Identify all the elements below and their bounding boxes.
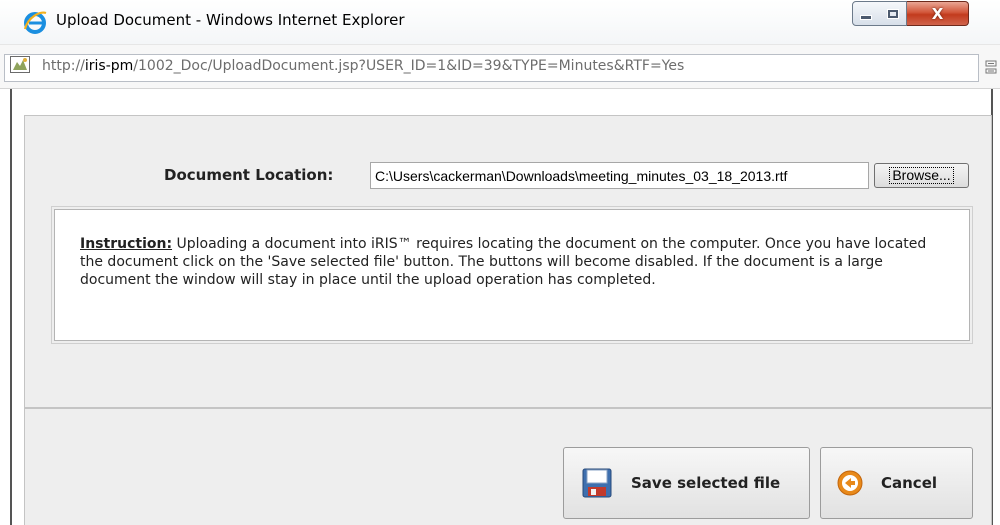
- document-location-input[interactable]: C:\Users\cackerman\Downloads\meeting_min…: [370, 162, 869, 189]
- url-text: http://iris-pm/1002_Doc/UploadDocument.j…: [42, 58, 684, 74]
- page-icon: [10, 56, 30, 73]
- cancel-button[interactable]: Cancel: [820, 447, 973, 519]
- save-button-label: Save selected file: [631, 474, 781, 492]
- compatibility-view-icon[interactable]: [985, 60, 998, 75]
- close-icon: X: [931, 4, 944, 23]
- minimize-button[interactable]: [852, 1, 880, 26]
- close-button[interactable]: X: [907, 1, 969, 26]
- minimize-icon: [860, 15, 872, 20]
- url-host: iris-pm: [84, 58, 134, 74]
- cancel-button-label: Cancel: [881, 474, 938, 492]
- document-location-label: Document Location:: [164, 166, 334, 184]
- save-disk-icon: [582, 468, 612, 498]
- instruction-heading: Instruction:: [80, 236, 173, 252]
- browse-button[interactable]: Browse...: [874, 163, 969, 188]
- save-selected-file-button[interactable]: Save selected file: [563, 447, 810, 519]
- url-prefix: http://: [42, 58, 85, 74]
- frame-border-left: [10, 89, 12, 525]
- address-bar: http://iris-pm/1002_Doc/UploadDocument.j…: [0, 44, 1000, 89]
- url-path: /1002_Doc/UploadDocument.jsp?USER_ID=1&I…: [133, 58, 685, 74]
- maximize-button[interactable]: [879, 1, 907, 26]
- window-title: Upload Document - Windows Internet Explo…: [56, 11, 405, 29]
- maximize-icon: [886, 8, 899, 19]
- browse-button-label: Browse...: [889, 167, 954, 184]
- ie-icon: [23, 11, 47, 34]
- window-title-bar: Upload Document - Windows Internet Explo…: [0, 0, 1000, 44]
- cancel-back-icon: [837, 470, 863, 496]
- instruction-body: Uploading a document into iRIS™ requires…: [80, 236, 927, 288]
- instruction-text: Instruction: Uploading a document into i…: [80, 235, 950, 289]
